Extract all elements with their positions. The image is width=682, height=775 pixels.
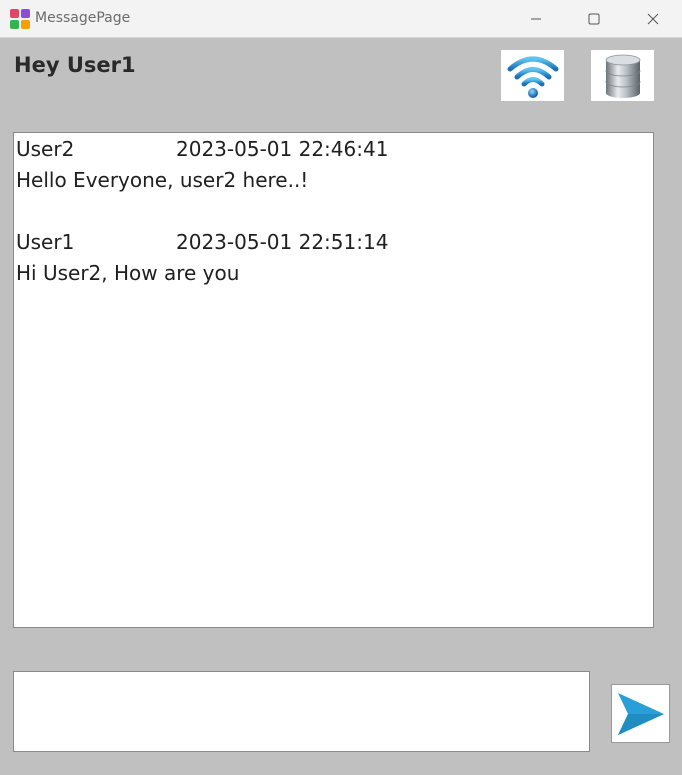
close-button[interactable] (624, 0, 682, 38)
message-history[interactable]: User2 2023-05-01 22:46:41 Hello Everyone… (13, 132, 654, 628)
database-icon (605, 54, 640, 98)
message-input[interactable] (13, 671, 590, 752)
message-item: User2 2023-05-01 22:46:41 Hello Everyone… (16, 134, 651, 196)
message-sender: User2 (16, 137, 75, 161)
title-bar: MessagePage (0, 0, 682, 38)
app-icon (10, 9, 30, 29)
maximize-button[interactable] (565, 0, 623, 38)
message-text: Hi User2, How are you (16, 261, 240, 285)
message-sender: User1 (16, 230, 75, 254)
wifi-icon (507, 56, 558, 98)
window-title: MessagePage (35, 10, 131, 26)
maximize-icon (588, 13, 600, 25)
database-button[interactable] (591, 50, 654, 101)
minimize-icon (531, 18, 541, 20)
wifi-button[interactable] (501, 50, 564, 101)
message-text: Hello Everyone, user2 here..! (16, 168, 309, 192)
send-arrow-icon (617, 692, 664, 735)
message-timestamp: 2023-05-01 22:51:14 (176, 230, 389, 254)
minimize-button[interactable] (507, 0, 565, 38)
message-timestamp: 2023-05-01 22:46:41 (176, 137, 389, 161)
greeting-label: Hey User1 (14, 53, 136, 77)
send-button[interactable] (611, 684, 670, 743)
message-item: User1 2023-05-01 22:51:14 Hi User2, How … (16, 227, 651, 289)
close-icon (647, 13, 659, 25)
